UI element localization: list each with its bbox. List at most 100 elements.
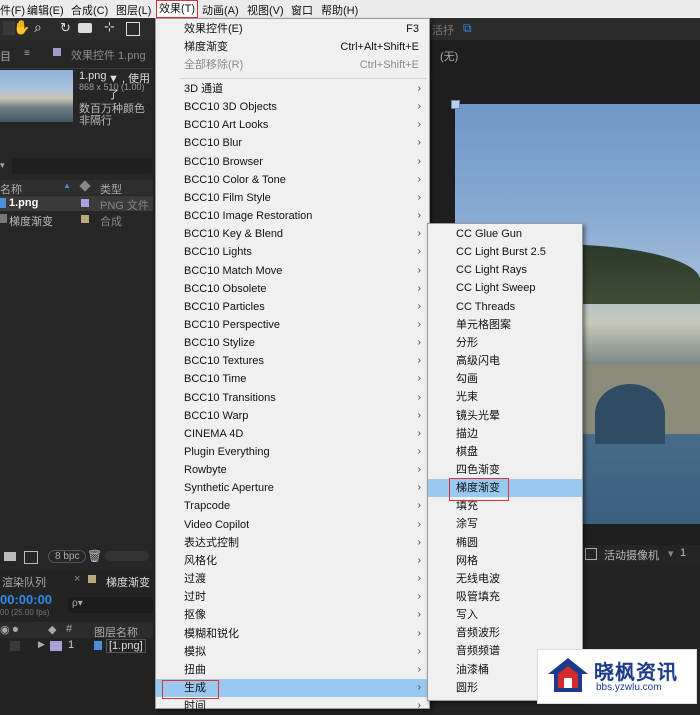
menu-item-effect-category[interactable]: BCC10 Warp › — [156, 407, 429, 425]
menu-item-effect-category[interactable]: 模糊和锐化 › — [156, 625, 429, 643]
menu-item-effect-controls[interactable]: 效果控件(E) F3 — [156, 20, 429, 38]
label-tag-icon[interactable]: ◆ — [48, 623, 56, 636]
menu-item-effect-category[interactable]: Plugin Everything › — [156, 443, 429, 461]
camera-tool-icon[interactable] — [78, 23, 92, 33]
layer-handle[interactable] — [451, 100, 460, 109]
menu-item-effect-category[interactable]: Video Copilot › — [156, 516, 429, 534]
pan-behind-tool-icon[interactable]: ⊹ — [104, 19, 115, 35]
menu-item-effect-category[interactable]: BCC10 3D Objects › — [156, 98, 429, 116]
menu-item-effect-category[interactable]: BCC10 Lights › — [156, 243, 429, 261]
av-switches-icon[interactable]: ◉ ⏺ — [0, 623, 18, 637]
menu-animation[interactable]: 动画(A) — [202, 2, 239, 18]
submenu-item-generate-effect[interactable]: 光束 — [428, 388, 582, 406]
menu-window[interactable]: 窗口 — [291, 2, 313, 18]
submenu-item-generate-effect[interactable]: 写入 — [428, 606, 582, 624]
menu-item-effect-category[interactable]: BCC10 Browser › — [156, 153, 429, 171]
column-type[interactable]: 类型 — [100, 181, 122, 197]
menu-item-effect-category[interactable]: Rowbyte › — [156, 461, 429, 479]
menu-item-effect-category[interactable]: 过时 › — [156, 588, 429, 606]
timeline-search-input[interactable]: ρ▾ — [68, 597, 153, 613]
expand-arrow-icon[interactable]: ▶ — [38, 639, 45, 650]
sort-ascending-icon[interactable]: ▲ — [63, 181, 71, 190]
project-search-input[interactable] — [12, 158, 152, 174]
menu-item-effect-category[interactable]: BCC10 Image Restoration › — [156, 207, 429, 225]
thumbnail-size-slider[interactable] — [105, 551, 149, 561]
menu-item-effect-category[interactable]: BCC10 Textures › — [156, 352, 429, 370]
menu-item-effect-category[interactable]: BCC10 Color & Tone › — [156, 171, 429, 189]
submenu-item-generate-effect[interactable]: 网格 — [428, 552, 582, 570]
submenu-item-generate-effect[interactable]: 单元格图案 — [428, 316, 582, 334]
submenu-item-generate-effect[interactable]: 椭圆 — [428, 534, 582, 552]
menu-help[interactable]: 帮助(H) — [321, 2, 358, 18]
submenu-item-generate-effect[interactable]: 无线电波 — [428, 570, 582, 588]
close-icon[interactable]: × — [74, 573, 80, 585]
menu-item-effect-category[interactable]: BCC10 Key & Blend › — [156, 225, 429, 243]
menu-item-effect-category[interactable]: 过渡 › — [156, 570, 429, 588]
submenu-item-generate-effect[interactable]: 棋盘 — [428, 443, 582, 461]
project-row[interactable]: 梯度渐变 合成 — [0, 212, 153, 228]
label-color-swatch[interactable] — [81, 199, 89, 207]
label-tag-icon[interactable] — [79, 180, 91, 192]
hand-tool-icon[interactable]: ✋ — [13, 19, 30, 36]
submenu-item-generate-effect[interactable]: CC Light Rays — [428, 261, 582, 279]
current-time[interactable]: 00:00:00 — [0, 592, 52, 607]
menu-view[interactable]: 视图(V) — [247, 2, 284, 18]
menu-item-effect-category[interactable]: 时间 › — [156, 697, 429, 715]
submenu-item-generate-effect[interactable]: CC Glue Gun — [428, 225, 582, 243]
submenu-item-generate-effect[interactable]: 高级闪电 — [428, 352, 582, 370]
menu-item-effect-category[interactable]: 表达式控制 › — [156, 534, 429, 552]
submenu-item-generate-effect[interactable]: 分形 — [428, 334, 582, 352]
tab-render-queue[interactable]: 渲染队列 — [2, 574, 46, 590]
menu-item-effect-category[interactable]: BCC10 Match Move › — [156, 262, 429, 280]
menu-item-effect-category[interactable]: CINEMA 4D › — [156, 425, 429, 443]
column-name[interactable]: 名称 — [0, 181, 22, 197]
menu-file[interactable]: 件(F) — [0, 2, 25, 18]
camera-select[interactable]: 活动摄像机 — [604, 547, 659, 563]
menu-item-effect-category[interactable]: 模拟 › — [156, 643, 429, 661]
submenu-item-generate-effect[interactable]: 音频波形 — [428, 624, 582, 642]
menu-item-effect-category[interactable]: BCC10 Transitions › — [156, 389, 429, 407]
menu-icon[interactable]: ≡ — [24, 48, 30, 59]
menu-item-effect-category[interactable]: Trapcode › — [156, 497, 429, 515]
menu-edit[interactable]: 编辑(E) — [27, 2, 64, 18]
camera-toggle-icon[interactable] — [585, 548, 597, 560]
menu-item-effect-category[interactable]: 3D 通道 › — [156, 80, 429, 98]
menu-item-effect-category[interactable]: BCC10 Art Looks › — [156, 116, 429, 134]
menu-item-effect-category[interactable]: Synthetic Aperture › — [156, 479, 429, 497]
rotate-tool-icon[interactable]: ↻ — [60, 20, 71, 36]
menu-item-effect-category[interactable]: BCC10 Obsolete › — [156, 280, 429, 298]
menu-composition[interactable]: 合成(C) — [71, 2, 108, 18]
layer-row[interactable]: ▶ 1 [1.png] — [0, 638, 153, 654]
menu-item-last-effect[interactable]: 梯度渐变 Ctrl+Alt+Shift+E — [156, 38, 429, 56]
submenu-item-generate-effect[interactable]: 吸管填充 — [428, 588, 582, 606]
visibility-toggle[interactable] — [10, 641, 20, 651]
submenu-item-generate-effect[interactable]: 四色渐变 — [428, 461, 582, 479]
trash-icon[interactable]: 🗑 — [87, 549, 102, 563]
submenu-item-generate-effect[interactable]: CC Light Sweep — [428, 279, 582, 297]
snap-icon[interactable]: ⧉ — [463, 21, 472, 36]
submenu-item-generate-effect[interactable]: 描边 — [428, 425, 582, 443]
menu-item-effect-category[interactable]: BCC10 Time › — [156, 370, 429, 388]
menu-item-effect-category[interactable]: 抠像 › — [156, 606, 429, 624]
submenu-item-generate-effect[interactable]: 涂写 — [428, 515, 582, 533]
search-dropdown-icon[interactable]: ▾ — [0, 160, 5, 171]
project-row[interactable]: 1.png PNG 文件 — [0, 196, 153, 212]
chevron-down-icon[interactable]: ▾ — [668, 547, 674, 560]
menu-item-effect-category[interactable]: BCC10 Perspective › — [156, 316, 429, 334]
tab-project[interactable]: 目 — [0, 48, 11, 64]
menu-item-effect-category[interactable]: BCC10 Blur › — [156, 134, 429, 152]
submenu-item-generate-effect[interactable]: 镜头光晕 — [428, 407, 582, 425]
bpc-button[interactable]: 8 bpc — [48, 550, 87, 563]
menu-item-effect-category[interactable]: BCC10 Particles › — [156, 298, 429, 316]
label-color-swatch[interactable] — [81, 215, 89, 223]
submenu-item-generate-effect[interactable]: CC Light Burst 2.5 — [428, 243, 582, 261]
submenu-item-generate-effect[interactable]: 勾画 — [428, 370, 582, 388]
submenu-item-generate-effect[interactable]: CC Threads — [428, 298, 582, 316]
tab-effect-controls[interactable]: 效果控件 1.png — [71, 47, 146, 63]
menu-item-effect-category[interactable]: 扭曲 › — [156, 661, 429, 679]
tab-comp[interactable]: 梯度渐变 — [106, 574, 150, 590]
menu-effect[interactable]: 效果(T) — [156, 0, 199, 18]
menu-layer[interactable]: 图层(L) — [116, 2, 151, 18]
label-color-swatch[interactable] — [50, 641, 62, 651]
view-count-select[interactable]: 1 — [680, 547, 686, 559]
